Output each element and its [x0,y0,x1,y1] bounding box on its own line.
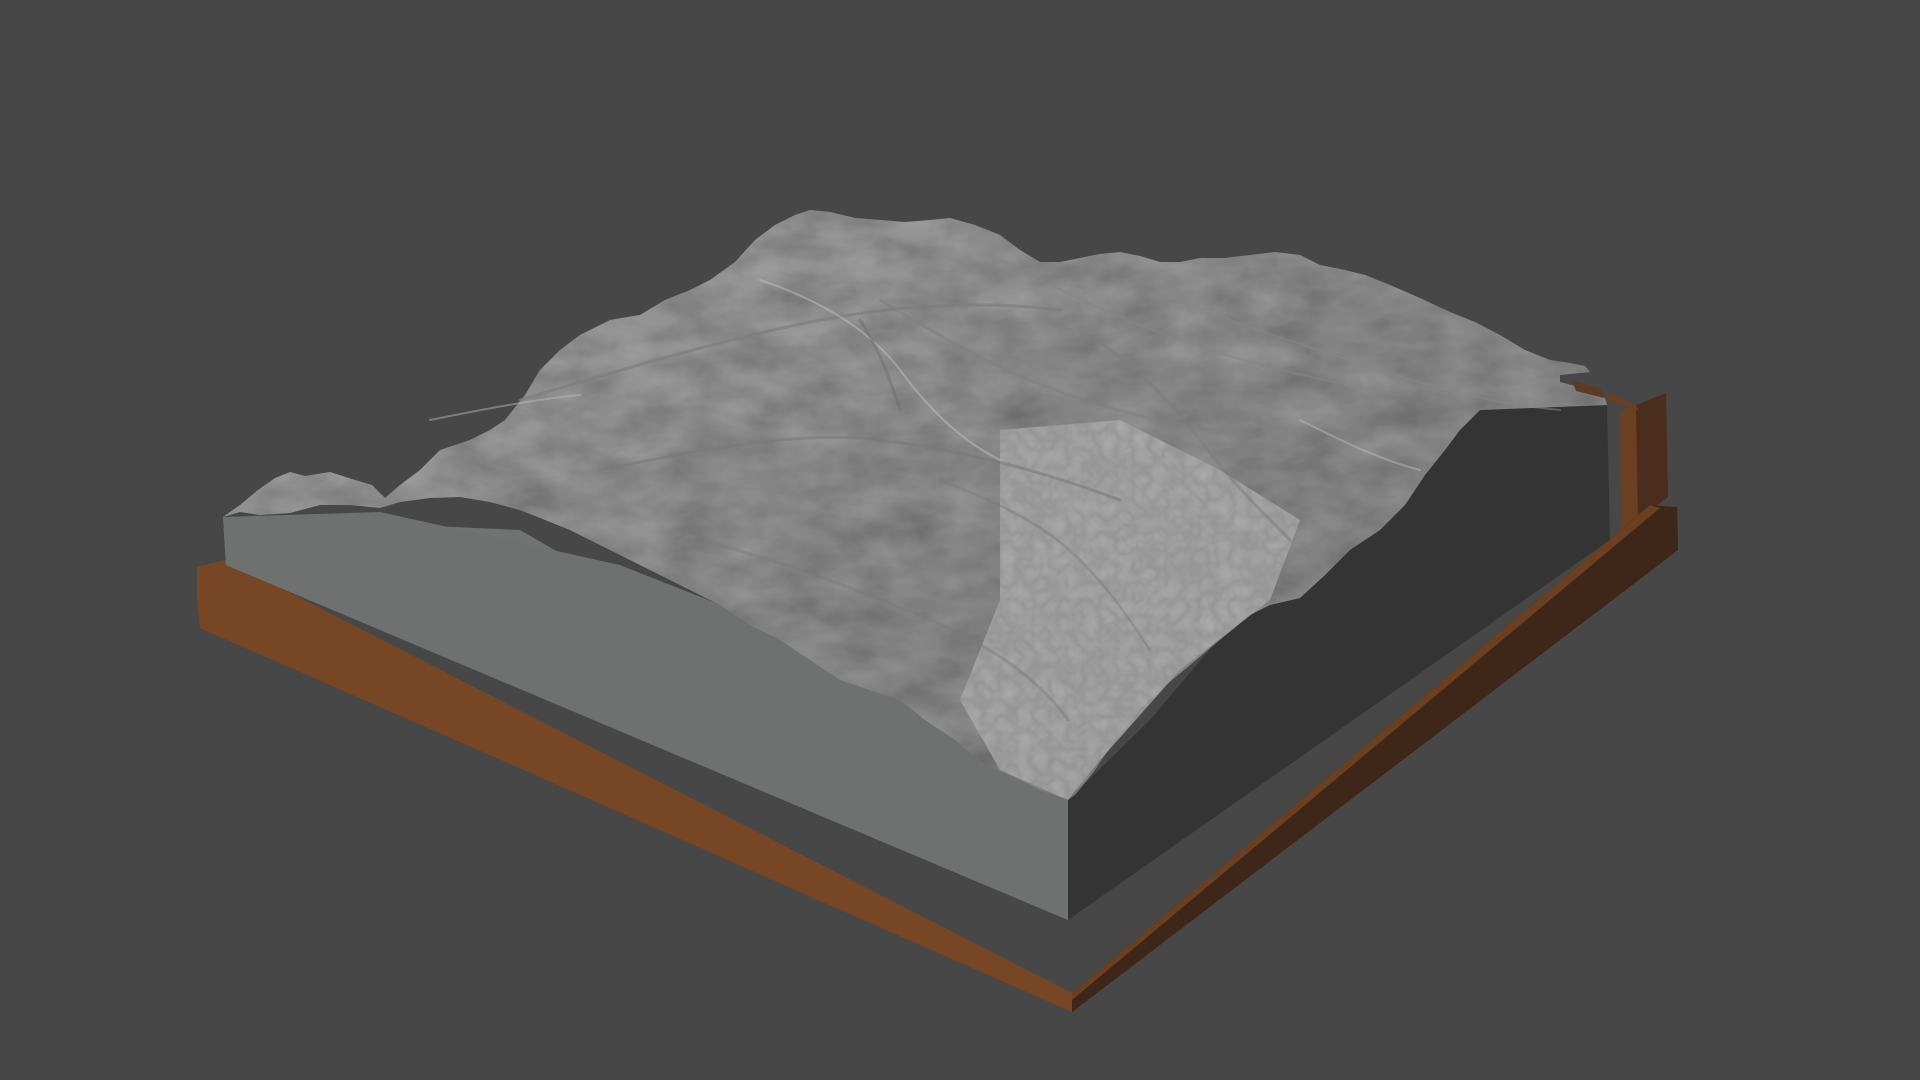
terrain-model-render [197,210,1678,1012]
base-back-rim-shadow [1636,393,1668,520]
terrain-block [223,210,1610,920]
3d-viewport[interactable] [0,0,1920,1080]
